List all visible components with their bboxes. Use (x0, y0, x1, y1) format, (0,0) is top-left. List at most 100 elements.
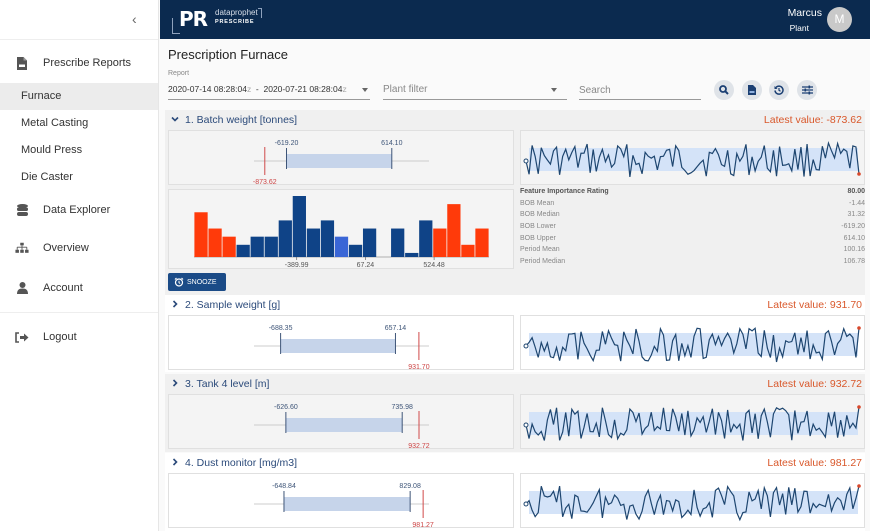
user-name: Marcus (787, 7, 822, 19)
logo-product: PRESCRIBE (215, 19, 255, 25)
search-input[interactable] (579, 81, 701, 100)
user-icon (15, 281, 29, 295)
date-range-select[interactable]: 2020-07-14 08:28:04z - 2020-07-21 08:28:… (168, 81, 370, 100)
stat-key: BOB Median (520, 211, 560, 219)
histogram-bar (306, 228, 321, 257)
sidebar-item-label: Data Explorer (43, 204, 111, 216)
trend-start-point (523, 501, 529, 507)
latest-value: Latest value: -873.62 (763, 114, 862, 126)
sidebar-item-overview[interactable]: Overview (0, 240, 158, 256)
histogram-panel: -389.99 67.24 524.48 (168, 189, 514, 269)
chevron-down-icon (171, 116, 179, 122)
stat-row: BOB Upper 614.10 (520, 235, 865, 247)
stat-value: -1.44 (849, 199, 865, 207)
database-icon (15, 203, 29, 217)
search-button[interactable] (714, 80, 734, 100)
sidebar-item-label: Logout (43, 331, 77, 343)
filter-settings-button[interactable] (797, 80, 817, 100)
stat-row: Period Mean 100.16 (520, 246, 865, 258)
dropdown-arrow-icon (362, 88, 368, 92)
bob-lower-label: -626.60 (274, 404, 298, 411)
plant-filter-select[interactable]: Plant filter (383, 81, 567, 100)
stat-row: BOB Mean -1.44 (520, 200, 865, 212)
top-bar: PR dataprophet PRESCRIBE Marcus Plant M (160, 0, 870, 39)
history-button[interactable] (769, 80, 789, 100)
report-label: Report (168, 70, 190, 77)
user-role: Plant (789, 23, 809, 33)
trend-latest-point (857, 326, 861, 330)
bob-range-chart: -619.20 614.10 -873.62 (253, 140, 429, 186)
stats-table: Feature Importance Rating 80.00 BOB Mean -… (520, 188, 865, 270)
date-from: 2020-07-14 08:28:04 (168, 84, 247, 94)
sidebar-item-prescribe-reports[interactable]: Prescribe Reports (0, 55, 158, 71)
latest-value: Latest value: 931.70 (767, 299, 862, 311)
histogram-bar (405, 252, 419, 257)
report-file-icon (15, 56, 29, 70)
bob-range-panel: -619.20 614.10 -873.62 (168, 130, 514, 186)
bob-band (285, 418, 403, 432)
trend-start-point (523, 422, 529, 428)
histogram-bar (236, 244, 250, 257)
section-header-batch-weight[interactable]: 1. Batch weight [tonnes] Latest value: -… (165, 110, 865, 129)
bob-band (280, 339, 396, 353)
stat-row: BOB Lower -619.20 (520, 223, 865, 235)
trend-panel (520, 394, 865, 449)
alarm-clock-icon (174, 277, 184, 287)
section-title: 2. Sample weight [g] (185, 299, 281, 311)
bob-upper-label: 657.14 (385, 325, 407, 332)
sidebar-subitem-mould-press[interactable]: Mould Press (0, 137, 158, 164)
trend-panel (520, 473, 865, 528)
sliders-icon (801, 85, 813, 95)
chevron-left-icon[interactable]: ‹ (132, 11, 137, 27)
trend-chart (523, 484, 861, 522)
sidebar-subitem-metal-casting[interactable]: Metal Casting (0, 110, 158, 137)
sidebar-header: ‹ (0, 0, 158, 40)
search-icon (719, 85, 729, 95)
trend-start-point (523, 343, 529, 349)
histogram-bar (334, 236, 349, 257)
sitemap-icon (15, 241, 29, 255)
avatar[interactable]: M (827, 7, 852, 32)
stat-value: -619.20 (841, 223, 865, 231)
bob-range-panel: -626.60 735.98 932.72 (168, 394, 514, 450)
chevron-right-icon (172, 379, 178, 387)
snooze-button[interactable]: SNOOZE (168, 273, 226, 291)
histogram-chart: -389.99 67.24 524.48 (194, 196, 489, 269)
dropdown-arrow-icon (551, 88, 557, 92)
export-csv-button[interactable] (742, 80, 762, 100)
stat-key: Period Mean (520, 246, 560, 254)
trend-latest-point (857, 484, 861, 488)
section-title: 4. Dust monitor [mg/m3] (185, 457, 298, 469)
trend-chart (523, 140, 861, 178)
latest-value-label: -873.62 (253, 179, 277, 186)
stat-key: BOB Lower (520, 223, 556, 231)
timezone-suffix: z (342, 84, 347, 94)
sidebar-subitem-die-caster[interactable]: Die Caster (0, 164, 158, 191)
logout-icon (15, 330, 29, 344)
sidebar-item-label: Account (43, 282, 83, 294)
stat-value: 614.10 (843, 234, 865, 242)
section-header-sample-weight[interactable]: 2. Sample weight [g] Latest value: 931.7… (165, 295, 865, 314)
stat-key: BOB Upper (520, 234, 556, 242)
histogram-bar (208, 228, 222, 257)
logo-bracket (258, 8, 262, 18)
section-header-tank-4-level[interactable]: 3. Tank 4 level [m] Latest value: 932.72 (165, 374, 865, 393)
histogram-bar (447, 204, 461, 257)
bob-upper-label: 829.08 (399, 483, 421, 490)
sidebar-item-logout[interactable]: Logout (0, 329, 158, 345)
trend-panel (520, 130, 865, 185)
trend-chart (523, 405, 861, 441)
sidebar-subitem-furnace[interactable]: Furnace (0, 83, 158, 110)
csv-file-icon (748, 85, 756, 95)
bob-range-panel: -648.84 829.08 981.27 (168, 473, 514, 529)
sidebar-item-label: Prescribe Reports (43, 57, 132, 69)
sidebar-item-account[interactable]: Account (0, 280, 158, 296)
sidebar-item-data-explorer[interactable]: Data Explorer (0, 202, 158, 218)
trend-panel (520, 315, 865, 370)
section-header-dust-monitor[interactable]: 4. Dust monitor [mg/m3] Latest value: 98… (165, 453, 865, 472)
logo-mark: PR (179, 7, 208, 31)
histogram-bar (475, 228, 489, 257)
logo[interactable]: PR dataprophet PRESCRIBE (172, 6, 267, 34)
histogram-bar (250, 236, 264, 257)
histogram-bar (222, 236, 236, 257)
